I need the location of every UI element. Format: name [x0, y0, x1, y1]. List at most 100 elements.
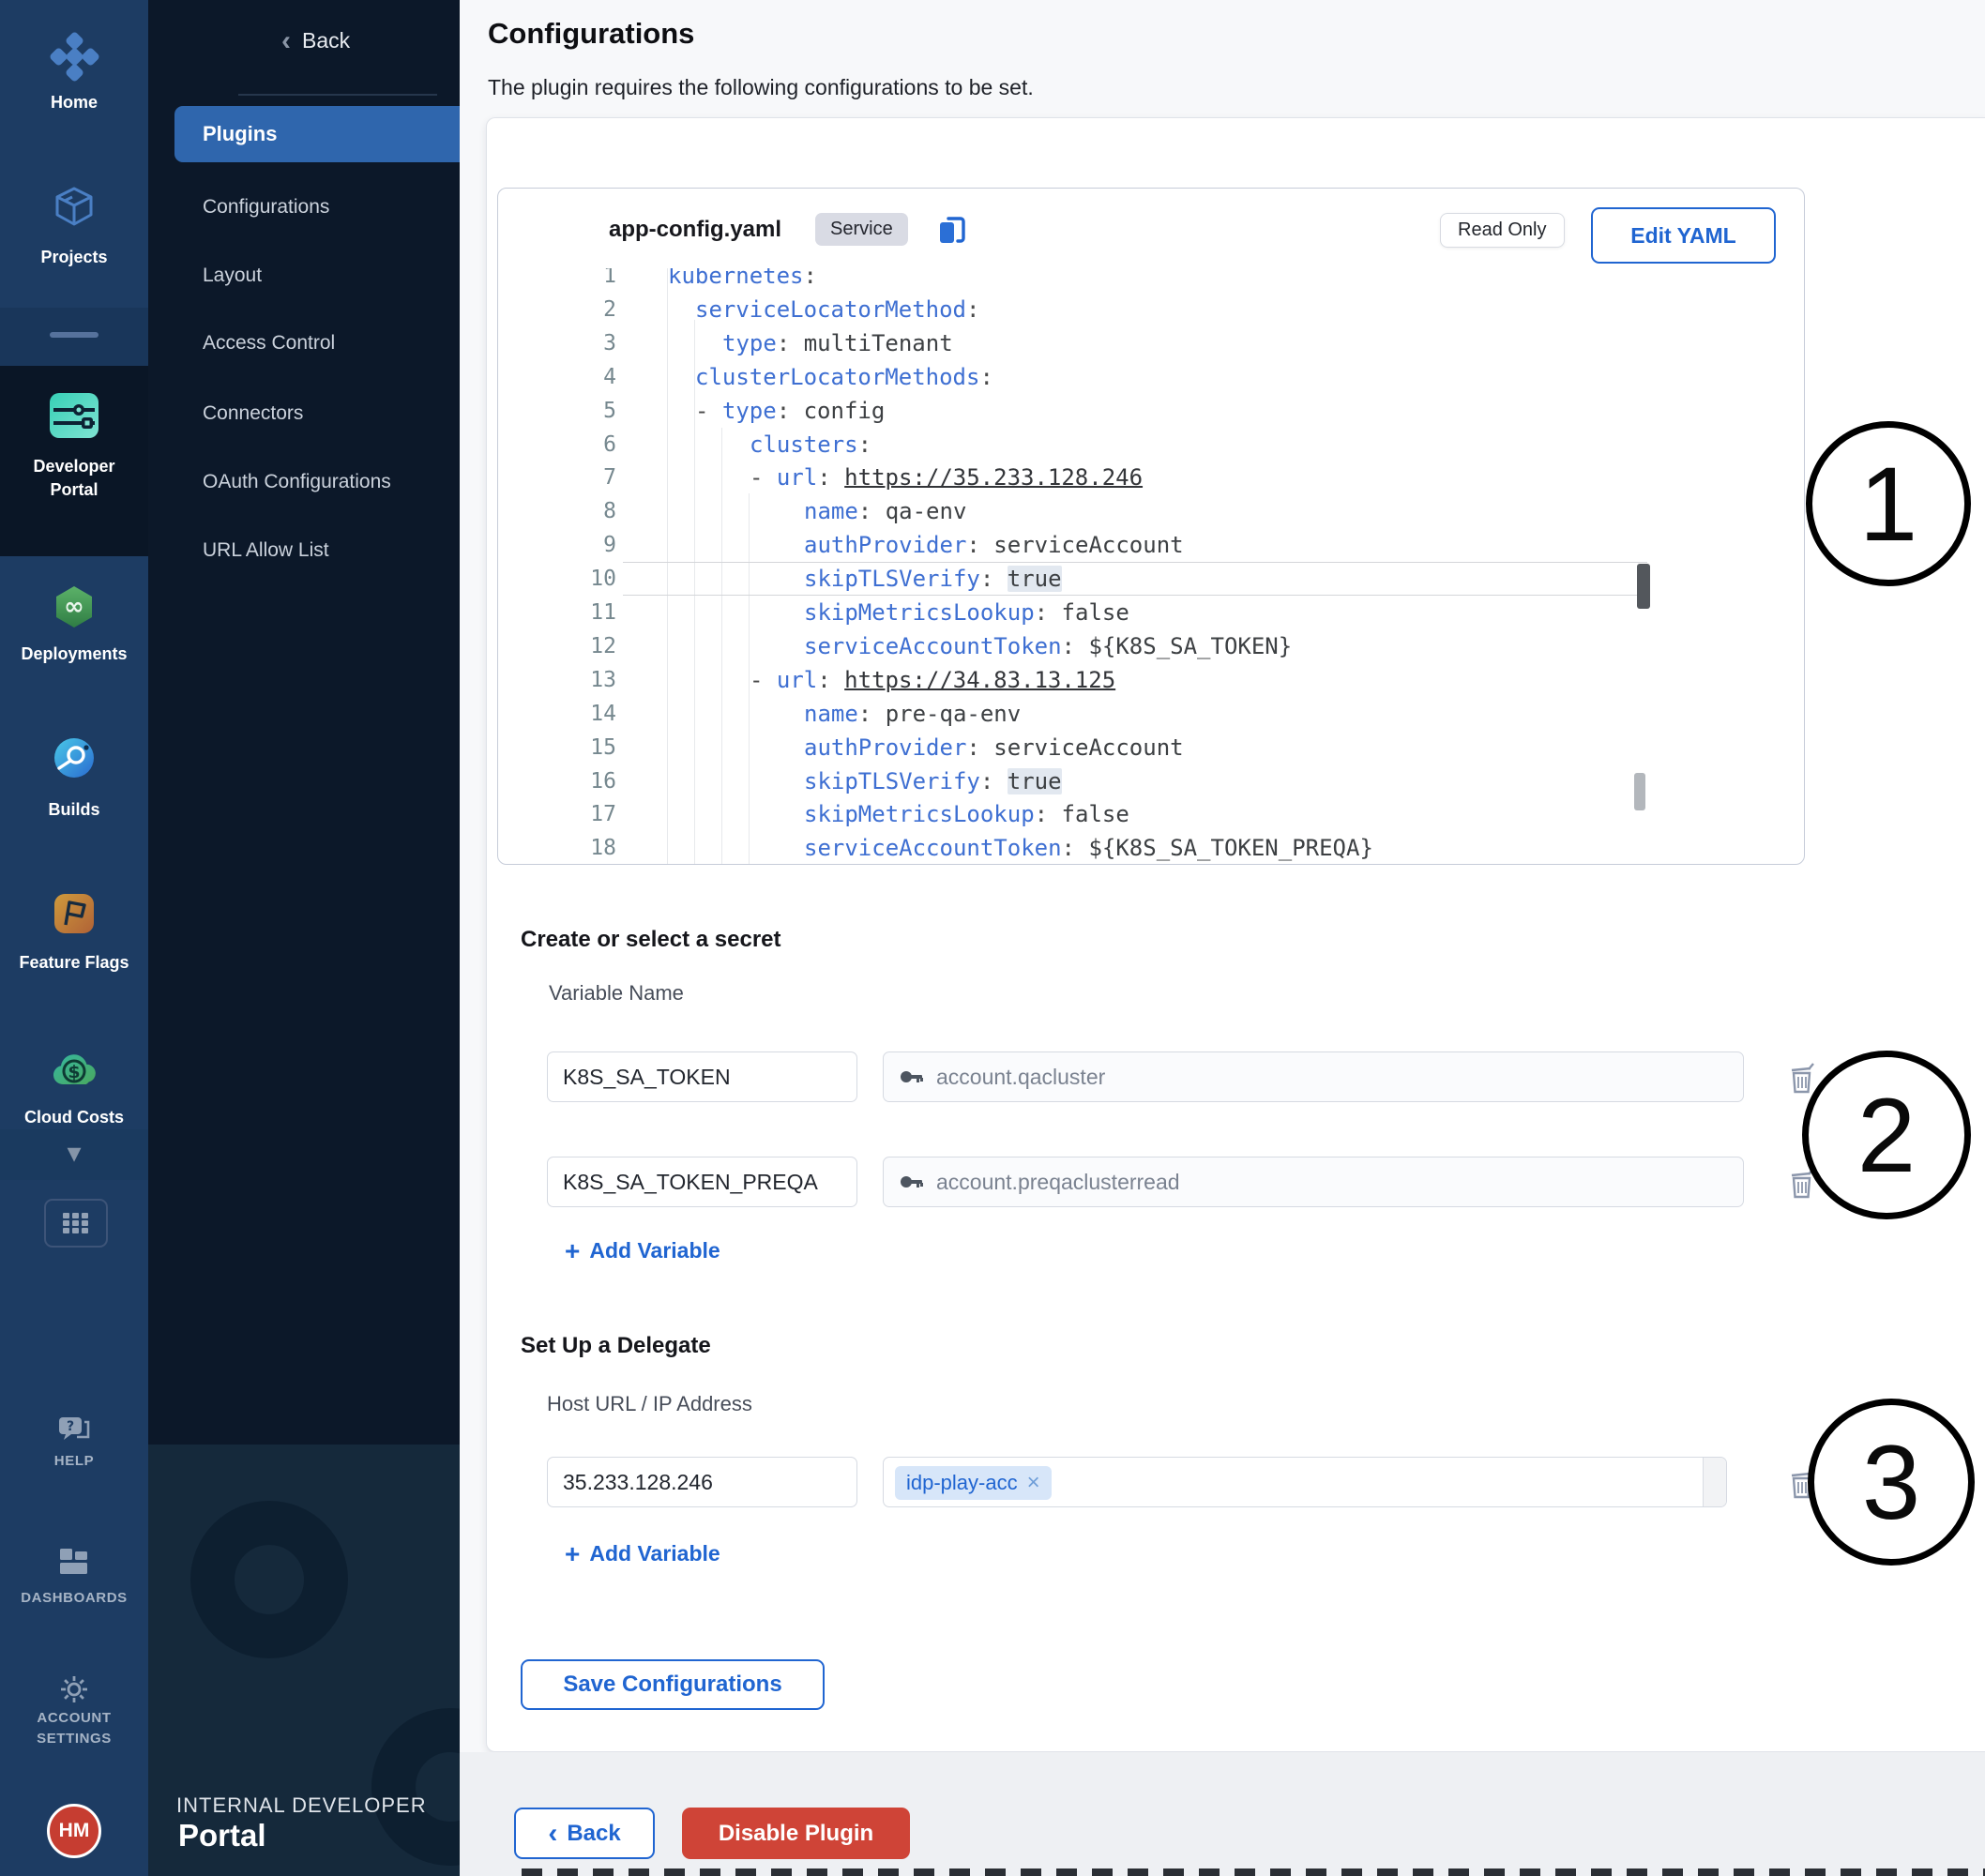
sidebar-item-cloud-costs[interactable]: Cloud Costs: [0, 1107, 148, 1127]
cloud-costs-icon[interactable]: $: [0, 1049, 148, 1088]
code-line: authProvider: serviceAccount: [623, 528, 1652, 562]
chevron-down-icon[interactable]: ▾: [0, 1137, 148, 1170]
code-line-number: 4: [558, 360, 616, 394]
variable-name-input[interactable]: [547, 1051, 857, 1102]
code-line-number: 12: [558, 629, 616, 663]
sidebar-item-builds[interactable]: Builds: [0, 799, 148, 820]
key-icon: [899, 1170, 923, 1194]
sidebar-item-developer-portal[interactable]: Developer: [0, 456, 148, 477]
subnav-item-plugins[interactable]: Plugins: [174, 106, 460, 162]
scrollbar-thumb-dark[interactable]: [1637, 564, 1650, 609]
code-line: skipMetricsLookup: false: [623, 797, 1652, 831]
subnav-item-layout[interactable]: Layout: [203, 257, 262, 295]
code-line: skipMetricsLookup: false: [623, 596, 1652, 629]
code-line: - url: https://34.83.13.125: [623, 663, 1652, 697]
help-icon[interactable]: ?: [0, 1413, 148, 1448]
subnav-footer: INTERNAL DEVELOPER Portal: [148, 1445, 460, 1876]
code-line: clusters:: [623, 428, 1652, 461]
code-line-number: 3: [558, 326, 616, 360]
variable-name-input[interactable]: [547, 1157, 857, 1207]
code-line-number: 16: [558, 764, 616, 798]
delegate-heading: Set Up a Delegate: [521, 1333, 711, 1359]
sidebar-item-account-settings[interactable]: ACCOUNT: [0, 1709, 148, 1728]
add-variable-button[interactable]: + Add Variable: [565, 1238, 720, 1263]
back-link-label: Back: [302, 28, 350, 53]
key-icon: [899, 1065, 923, 1089]
host-url-label: Host URL / IP Address: [547, 1392, 752, 1416]
sidebar-item-feature-flags[interactable]: Feature Flags: [0, 952, 148, 973]
feature-flags-icon[interactable]: [0, 891, 148, 936]
host-url-input[interactable]: [547, 1457, 857, 1507]
annotation-circle-1: 1: [1806, 421, 1971, 586]
avatar[interactable]: HM: [47, 1804, 101, 1858]
plus-icon: +: [565, 1543, 580, 1566]
copy-icon[interactable]: [934, 211, 970, 253]
code-line: name: qa-env: [623, 494, 1652, 528]
sidebar-item-account-settings[interactable]: SETTINGS: [0, 1730, 148, 1748]
code-line: clusterLocatorMethods:: [623, 360, 1652, 394]
builds-icon[interactable]: [0, 736, 148, 779]
edit-yaml-button[interactable]: Edit YAML: [1591, 207, 1776, 264]
subnav-item-oauth-configurations[interactable]: OAuth Configurations: [203, 463, 391, 501]
plus-icon: +: [565, 1240, 580, 1263]
sidebar-item-projects[interactable]: Projects: [0, 247, 148, 267]
code-line: authProvider: serviceAccount: [623, 731, 1652, 764]
code-line: name: pre-qa-env: [623, 697, 1652, 731]
scrollbar-thumb[interactable]: [1634, 773, 1645, 810]
module-switcher-button[interactable]: [44, 1199, 108, 1248]
code-line-number: 15: [558, 731, 616, 764]
projects-icon[interactable]: [0, 185, 148, 228]
code-line-number: 8: [558, 494, 616, 528]
code-line: - url: https://35.233.128.246: [623, 461, 1652, 494]
secret-reference-field[interactable]: account.preqaclusterread: [883, 1157, 1744, 1207]
home-icon[interactable]: [0, 31, 148, 82]
secret-reference-field[interactable]: account.qacluster: [883, 1051, 1744, 1102]
chevron-left-icon: ‹: [281, 30, 291, 52]
disable-plugin-button[interactable]: Disable Plugin: [682, 1808, 910, 1859]
delegate-tags-field[interactable]: idp-play-acc ×: [883, 1457, 1727, 1507]
secret-reference-value: account.qacluster: [936, 1065, 1105, 1090]
add-delegate-variable-button[interactable]: + Add Variable: [565, 1541, 720, 1566]
sidebar-item-developer-portal[interactable]: Portal: [0, 479, 148, 500]
sidebar-item-deployments[interactable]: Deployments: [0, 643, 148, 664]
close-icon[interactable]: ×: [1027, 1470, 1040, 1496]
code-line: serviceAccountToken: ${K8S_SA_TOKEN}: [623, 629, 1652, 663]
delegate-tag-label: idp-play-acc: [906, 1471, 1018, 1495]
sidebar-divider: [50, 332, 98, 338]
code-line-number: 17: [558, 797, 616, 831]
code-line: type: multiTenant: [623, 326, 1652, 360]
svg-text:$: $: [68, 1062, 80, 1082]
decor-ring: [371, 1708, 460, 1866]
save-configurations-button[interactable]: Save Configurations: [521, 1659, 825, 1710]
sidebar-item-help[interactable]: HELP: [0, 1452, 148, 1471]
module-sidebar: Home Projects DeveloperPortal ∞ Deployments B…: [0, 0, 148, 1876]
delegate-tag-chip[interactable]: idp-play-acc ×: [895, 1466, 1052, 1500]
back-link[interactable]: ‹ Back: [281, 28, 350, 53]
back-button[interactable]: ‹ Back: [514, 1808, 655, 1859]
subnav-item-url-allow-list[interactable]: URL Allow List: [203, 532, 329, 569]
sidebar-item-dashboards[interactable]: DASHBOARDS: [0, 1589, 148, 1608]
account-settings-icon[interactable]: [0, 1672, 148, 1707]
sidebar-item-home[interactable]: Home: [0, 92, 148, 113]
subnav-item-connectors[interactable]: Connectors: [203, 395, 303, 432]
variable-name-label: Variable Name: [549, 981, 684, 1006]
code-line-number: 6: [558, 428, 616, 461]
page-title: Configurations: [488, 17, 694, 51]
dashboards-icon[interactable]: [0, 1544, 148, 1580]
code-editor[interactable]: kubernetes:serviceLocatorMethod:type: mu…: [623, 268, 1652, 864]
code-line: serviceLocatorMethod:: [623, 293, 1652, 326]
tagfield-strip: [1703, 1458, 1726, 1506]
code-line: skipTLSVerify: true: [623, 562, 1652, 596]
code-line-number: 18: [558, 831, 616, 864]
code-line: - type: config: [623, 394, 1652, 428]
code-line: serviceAccountToken: ${K8S_SA_TOKEN_PREQ…: [623, 831, 1652, 864]
deployments-icon[interactable]: ∞: [0, 584, 148, 629]
annotation-circle-2: 2: [1802, 1051, 1971, 1219]
code-line-number: 5: [558, 394, 616, 428]
bottom-edge-strip: [522, 1868, 1985, 1876]
subnav-item-access-control[interactable]: Access Control: [203, 325, 335, 362]
code-line-number: 14: [558, 697, 616, 731]
developer-portal-icon[interactable]: [0, 389, 148, 442]
code-line-numbers: 123456789101112131415161718: [558, 268, 620, 864]
subnav-item-configurations[interactable]: Configurations: [203, 189, 329, 226]
